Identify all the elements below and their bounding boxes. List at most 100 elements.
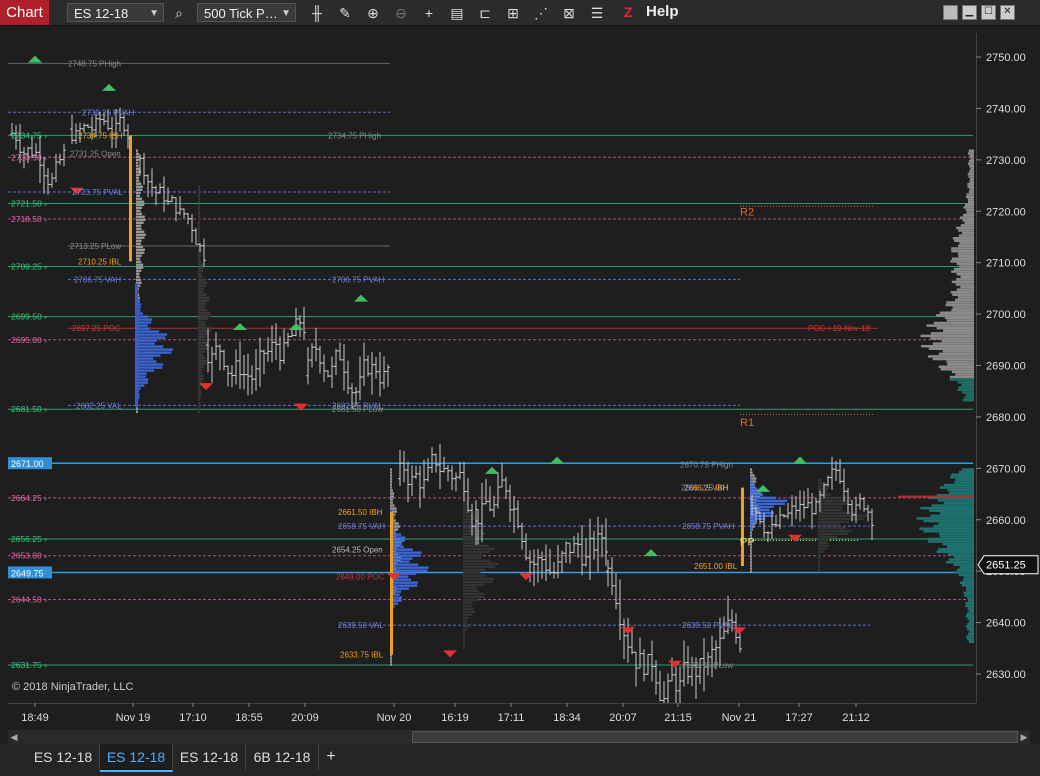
profile-row: [750, 511, 774, 515]
profile-row: [965, 203, 974, 207]
level-label: 2706.75 VAH: [74, 275, 121, 284]
profile-row: [818, 565, 820, 569]
profile-row: [966, 586, 974, 590]
profile-row: [964, 396, 974, 399]
maximize-icon[interactable]: ☐: [981, 5, 996, 20]
profile-row: [952, 236, 974, 240]
profile-row: [818, 529, 853, 533]
left-price-marker: 2699.50 ›: [11, 312, 47, 322]
tab-es-1[interactable]: ES 12-18: [27, 744, 100, 770]
profile-row: [957, 380, 974, 384]
profile-row: [136, 152, 139, 155]
profile-row: [390, 660, 392, 663]
profile-row: [947, 362, 974, 366]
profile-row: [390, 477, 393, 480]
price-tick-label: 2710.00: [986, 258, 1026, 270]
profile-row: [929, 509, 974, 512]
add-tab-button[interactable]: +: [318, 744, 344, 770]
profile-row: [750, 570, 752, 573]
profile-row: [964, 221, 974, 225]
profile-row: [390, 554, 421, 557]
profile-row: [945, 560, 974, 564]
profile-row: [463, 553, 483, 557]
profile-row: [463, 592, 484, 596]
data-box-icon[interactable]: ▤: [448, 4, 466, 22]
scroll-right-icon[interactable]: ▶: [1018, 730, 1030, 744]
profile-row: [968, 640, 974, 644]
level-label: 2697.25 POC: [72, 324, 121, 333]
profile-row: [968, 200, 974, 204]
time-axis[interactable]: 18:49 Nov 19 17:10 18:55 20:09 Nov 20 16:19 17:…: [8, 703, 976, 728]
properties-icon[interactable]: ⊏: [476, 4, 494, 22]
period-selector[interactable]: 500 Tick P… ▼: [197, 3, 296, 22]
crosshair-icon[interactable]: +: [420, 4, 438, 22]
profile-row: [923, 530, 974, 533]
profile-row: [968, 609, 974, 613]
time-tick-label: 18:34: [553, 712, 581, 724]
list-icon[interactable]: ☰: [588, 4, 606, 22]
chart-title[interactable]: Chart: [0, 0, 49, 25]
profile-row: [938, 522, 974, 525]
profile-row: [750, 496, 776, 500]
template-icon[interactable]: ⊠: [560, 4, 578, 22]
profile-row: [818, 517, 864, 521]
profile-row: [198, 281, 208, 284]
profile-row: [931, 504, 974, 507]
profile-row: [390, 495, 395, 498]
profile-row: [463, 625, 469, 629]
tab-6b[interactable]: 6B 12-18: [246, 744, 319, 770]
help-z-icon[interactable]: Z: [624, 4, 638, 20]
profile-row: [818, 496, 842, 500]
search-icon[interactable]: ⌕: [170, 4, 188, 22]
profile-row: [818, 568, 820, 572]
profile-row: [818, 547, 828, 551]
bar-type-icon[interactable]: ╫: [308, 4, 326, 22]
profile-row: [926, 324, 974, 327]
indicators-icon[interactable]: ⊞: [504, 4, 522, 22]
profile-row: [916, 517, 974, 520]
profile-row: [136, 257, 141, 260]
scrollbar-thumb[interactable]: [412, 731, 1018, 743]
profile-row: [136, 188, 143, 191]
profile-row: [961, 383, 974, 386]
profile-row: [967, 172, 974, 176]
profile-row: [198, 362, 207, 365]
left-price-marker: 2656.25 ›: [11, 534, 47, 544]
price-axis[interactable]: 2750.00 2740.00 2730.00 2720.00 2710.00 2700.…: [976, 33, 1040, 703]
profile-row: [965, 208, 974, 212]
profile-row: [955, 478, 974, 482]
profile-row: [958, 470, 974, 474]
tab-es-3[interactable]: ES 12-18: [173, 744, 246, 770]
window-gray-icon[interactable]: [943, 5, 958, 20]
instrument-selector[interactable]: ES 12-18 ▼: [67, 3, 164, 22]
help-button[interactable]: Help: [646, 3, 679, 21]
chart-plot-area[interactable]: 2748.75 PHigh 2739.25 PVAH 2734.75 IBH 2734…: [8, 33, 976, 703]
profile-row: [198, 197, 200, 200]
strategies-icon[interactable]: ⋰: [532, 4, 550, 22]
time-tick-label: 17:10: [179, 712, 207, 724]
profile-row: [946, 319, 974, 322]
profile-row: [136, 263, 144, 266]
tab-es-2[interactable]: ES 12-18: [100, 744, 173, 772]
profile-row: [962, 578, 974, 582]
profile-row: [136, 221, 144, 224]
time-tick-label: 21:15: [664, 712, 692, 724]
profile-row: [463, 517, 475, 521]
left-price-marker: 2709.25 ›: [11, 262, 47, 272]
profile-row: [962, 391, 974, 394]
horizontal-scrollbar[interactable]: ◀ ▶: [8, 730, 1030, 744]
profile-row: [198, 263, 204, 266]
zoom-out-icon[interactable]: ⊖: [392, 4, 410, 22]
profile-row: [936, 326, 974, 330]
profile-row: [928, 540, 974, 543]
zoom-in-icon[interactable]: ⊕: [364, 4, 382, 22]
profile-row: [136, 155, 140, 158]
draw-pencil-icon[interactable]: ✎: [336, 4, 354, 22]
close-icon[interactable]: ✕: [1000, 5, 1015, 20]
profile-row: [750, 564, 752, 567]
minimize-icon[interactable]: ▁: [962, 5, 977, 20]
profile-row: [750, 481, 753, 485]
profile-row: [818, 499, 851, 503]
price-tick-label: 2750.00: [986, 52, 1026, 64]
scroll-left-icon[interactable]: ◀: [8, 730, 20, 744]
